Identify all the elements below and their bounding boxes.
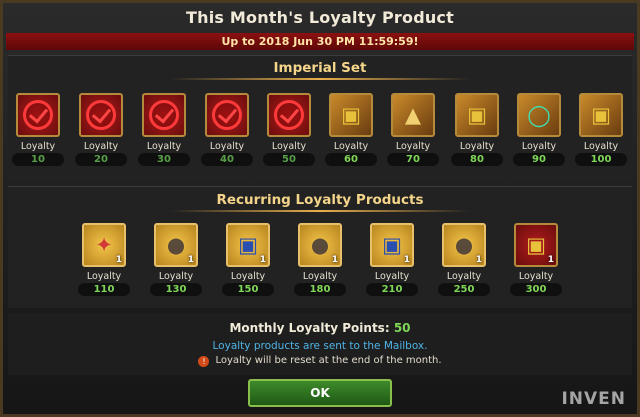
quantity: 1 <box>475 255 482 265</box>
warning-icon: ! <box>198 356 210 367</box>
ok-button[interactable]: OK <box>248 379 392 407</box>
imperial-item-10[interactable]: Loyalty 10 <box>11 93 65 166</box>
treasure-chest-icon: ▣ 1 <box>514 223 558 267</box>
imperial-item-100[interactable]: ▣ Loyalty 100 <box>574 93 628 166</box>
item-label: Loyalty <box>271 141 307 152</box>
item-label: Loyalty <box>583 141 619 152</box>
mailbox-note: Loyalty products are sent to the Mailbox… <box>212 340 428 352</box>
item-label: Loyalty <box>459 141 495 152</box>
item-label: Loyalty <box>158 271 194 282</box>
recurring-item-110[interactable]: ✦ 1 Loyalty 110 <box>77 223 131 296</box>
heading-glow <box>170 210 470 212</box>
recurring-heading: Recurring Loyalty Products <box>216 192 424 208</box>
item-points: 100 <box>575 153 627 166</box>
watermark: INVEN <box>561 389 626 409</box>
item-label: Loyalty <box>521 141 557 152</box>
item-points: 300 <box>510 283 562 296</box>
deadline-banner: Up to 2018 Jun 30 PM 11:59:59! <box>6 33 634 50</box>
imperial-item-80[interactable]: ▣ Loyalty 80 <box>450 93 504 166</box>
item-points: 130 <box>150 283 202 296</box>
item-points: 20 <box>75 153 127 166</box>
money-bag-icon: ● 1 <box>154 223 198 267</box>
item-label: Loyalty <box>146 141 182 152</box>
reset-note-text: Loyalty will be reset at the end of the … <box>215 355 442 366</box>
item-points: 210 <box>366 283 418 296</box>
item-label: Loyalty <box>209 141 245 152</box>
claimed-check-icon <box>142 93 186 137</box>
recurring-item-210[interactable]: ▣ 1 Loyalty 210 <box>365 223 419 296</box>
imperial-item-20[interactable]: Loyalty 20 <box>74 93 128 166</box>
imperial-item-50[interactable]: Loyalty 50 <box>262 93 316 166</box>
item-points: 250 <box>438 283 490 296</box>
armor-boots-icon: ▲ <box>391 93 435 137</box>
monthly-points: Monthly Loyalty Points: 50 <box>0 321 640 335</box>
item-points: 10 <box>12 153 64 166</box>
imperial-set-heading: Imperial Set <box>273 60 367 76</box>
item-label: Loyalty <box>518 271 554 282</box>
item-points: 60 <box>325 153 377 166</box>
recurring-item-300[interactable]: ▣ 1 Loyalty 300 <box>509 223 563 296</box>
claimed-check-icon <box>267 93 311 137</box>
monthly-points-label: Monthly Loyalty Points: <box>229 321 390 335</box>
item-points: 40 <box>201 153 253 166</box>
claimed-check-icon <box>205 93 249 137</box>
quantity: 1 <box>115 255 122 265</box>
item-points: 70 <box>387 153 439 166</box>
treasure-chest-icon: ▣ <box>329 93 373 137</box>
quantity: 1 <box>547 255 554 265</box>
heading-glow <box>170 78 470 80</box>
item-label: Loyalty <box>395 141 431 152</box>
recurring-item-180[interactable]: ● 1 Loyalty 180 <box>293 223 347 296</box>
item-label: Loyalty <box>374 271 410 282</box>
item-points: 90 <box>513 153 565 166</box>
imperial-item-70[interactable]: ▲ Loyalty 70 <box>386 93 440 166</box>
ring-icon: ◯ <box>517 93 561 137</box>
treasure-chest-icon: ▣ 1 <box>370 223 414 267</box>
quantity: 1 <box>259 255 266 265</box>
treasure-chest-icon: ▣ 1 <box>226 223 270 267</box>
item-points: 180 <box>294 283 346 296</box>
recurring-item-130[interactable]: ● 1 Loyalty 130 <box>149 223 203 296</box>
item-points: 30 <box>138 153 190 166</box>
item-label: Loyalty <box>333 141 369 152</box>
quantity: 1 <box>403 255 410 265</box>
quantity: 1 <box>331 255 338 265</box>
reset-note: ! Loyalty will be reset at the end of the… <box>0 355 640 367</box>
item-points: 80 <box>451 153 503 166</box>
imperial-item-40[interactable]: Loyalty 40 <box>200 93 254 166</box>
treasure-chest-icon: ▣ <box>579 93 623 137</box>
item-points: 50 <box>263 153 315 166</box>
claimed-check-icon <box>16 93 60 137</box>
item-points: 150 <box>222 283 274 296</box>
item-label: Loyalty <box>302 271 338 282</box>
quantity: 1 <box>187 255 194 265</box>
item-label: Loyalty <box>83 141 119 152</box>
item-label: Loyalty <box>446 271 482 282</box>
dialog-title: This Month's Loyalty Product <box>186 8 454 27</box>
item-label: Loyalty <box>86 271 122 282</box>
imperial-item-60[interactable]: ▣ Loyalty 60 <box>324 93 378 166</box>
treasure-chest-icon: ▣ <box>455 93 499 137</box>
item-label: Loyalty <box>230 271 266 282</box>
item-points: 110 <box>78 283 130 296</box>
imperial-item-90[interactable]: ◯ Loyalty 90 <box>512 93 566 166</box>
claimed-check-icon <box>79 93 123 137</box>
money-bag-icon: ● 1 <box>298 223 342 267</box>
money-bag-icon: ● 1 <box>442 223 486 267</box>
monthly-points-value: 50 <box>393 321 411 335</box>
recurring-item-250[interactable]: ● 1 Loyalty 250 <box>437 223 491 296</box>
winged-emblem-icon: ✦ 1 <box>82 223 126 267</box>
recurring-item-150[interactable]: ▣ 1 Loyalty 150 <box>221 223 275 296</box>
item-label: Loyalty <box>20 141 56 152</box>
imperial-item-30[interactable]: Loyalty 30 <box>137 93 191 166</box>
